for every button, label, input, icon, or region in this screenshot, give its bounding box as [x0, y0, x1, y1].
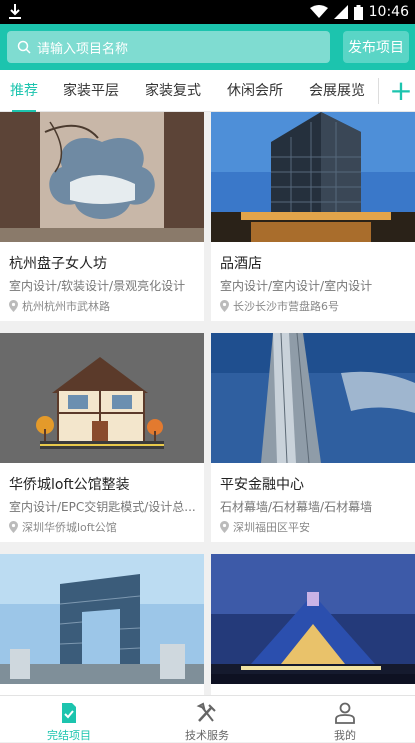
search-placeholder: 请输入项目名称	[37, 41, 129, 57]
project-tags: 室内设计/软装设计/景观亮化设计	[9, 279, 186, 293]
category-tabs: 推荐 家装平层 家装复式 休闲会所 会展展览 +	[0, 70, 415, 112]
project-title: 平安金融中心	[220, 477, 304, 493]
project-card[interactable]: 平安金融中心 石材幕墙/石材幕墙/石材幕墙 深圳福田区平安	[211, 333, 415, 542]
wifi-icon	[309, 5, 328, 18]
publish-project-button[interactable]: 发布项目	[343, 31, 409, 63]
tab-recommended[interactable]: 推荐	[10, 70, 38, 112]
tab-divider	[378, 78, 379, 104]
location-pin-icon	[220, 300, 229, 312]
top-header: 请输入项目名称 发布项目	[0, 24, 415, 70]
nav-label: 技术服务	[185, 729, 229, 742]
download-icon	[9, 4, 21, 19]
tab-home-flat[interactable]: 家装平层	[63, 70, 119, 112]
nav-tech-service[interactable]: 技术服务	[138, 696, 276, 743]
location-text: 深圳华侨城loft公馆	[22, 521, 117, 534]
location-text: 杭州杭州市武林路	[22, 300, 110, 313]
location-pin-icon	[9, 521, 18, 533]
battery-icon	[353, 4, 363, 20]
project-title: 华侨城loft公馆整装	[9, 477, 130, 493]
project-location: 深圳福田区平安	[220, 519, 310, 535]
search-input[interactable]: 请输入项目名称	[7, 31, 330, 63]
clock: 10:46	[368, 4, 409, 20]
project-image	[211, 333, 415, 463]
nav-label: 我的	[334, 729, 356, 742]
project-title: 品酒店	[220, 256, 262, 272]
search-icon	[17, 40, 31, 54]
status-bar: 10:46	[0, 0, 415, 24]
project-location: 长沙长沙市营盘路6号	[220, 298, 339, 314]
project-location: 杭州杭州市武林路	[9, 298, 110, 314]
location-text: 长沙长沙市营盘路6号	[233, 300, 339, 313]
project-image	[211, 554, 415, 684]
tab-home-duplex[interactable]: 家装复式	[145, 70, 201, 112]
project-image	[211, 112, 415, 242]
location-text: 深圳福田区平安	[233, 521, 310, 534]
project-image	[0, 333, 204, 463]
nav-label: 完结项目	[47, 729, 91, 742]
location-pin-icon	[220, 521, 229, 533]
project-location: 深圳华侨城loft公馆	[9, 519, 117, 535]
tools-icon	[196, 702, 216, 722]
project-title: 杭州盘子女人坊	[9, 256, 107, 272]
add-category-icon[interactable]: +	[388, 76, 414, 106]
bottom-nav: 完结项目 技术服务 我的	[0, 695, 415, 742]
project-tags: 室内设计/室内设计/室内设计	[220, 279, 373, 293]
location-pin-icon	[9, 300, 18, 312]
tab-exhibition[interactable]: 会展展览	[309, 70, 365, 112]
nav-completed-projects[interactable]: 完结项目	[0, 696, 138, 743]
nav-profile[interactable]: 我的	[276, 696, 414, 743]
project-image	[0, 554, 204, 684]
project-card[interactable]: 品酒店 室内设计/室内设计/室内设计 长沙长沙市营盘路6号	[211, 112, 415, 321]
project-card[interactable]	[0, 554, 204, 695]
signal-icon	[333, 5, 348, 19]
user-icon	[335, 702, 355, 724]
project-tags: 室内设计/EPC交钥匙模式/设计总...	[9, 500, 196, 514]
project-card[interactable]: 杭州盘子女人坊 室内设计/软装设计/景观亮化设计 杭州杭州市武林路	[0, 112, 204, 321]
project-card[interactable]: 华侨城loft公馆整装 室内设计/EPC交钥匙模式/设计总... 深圳华侨城lo…	[0, 333, 204, 542]
project-card[interactable]	[211, 554, 415, 695]
project-image	[0, 112, 204, 242]
tab-leisure-club[interactable]: 休闲会所	[227, 70, 283, 112]
project-tags: 石材幕墙/石材幕墙/石材幕墙	[220, 500, 373, 514]
document-check-icon	[62, 703, 76, 723]
